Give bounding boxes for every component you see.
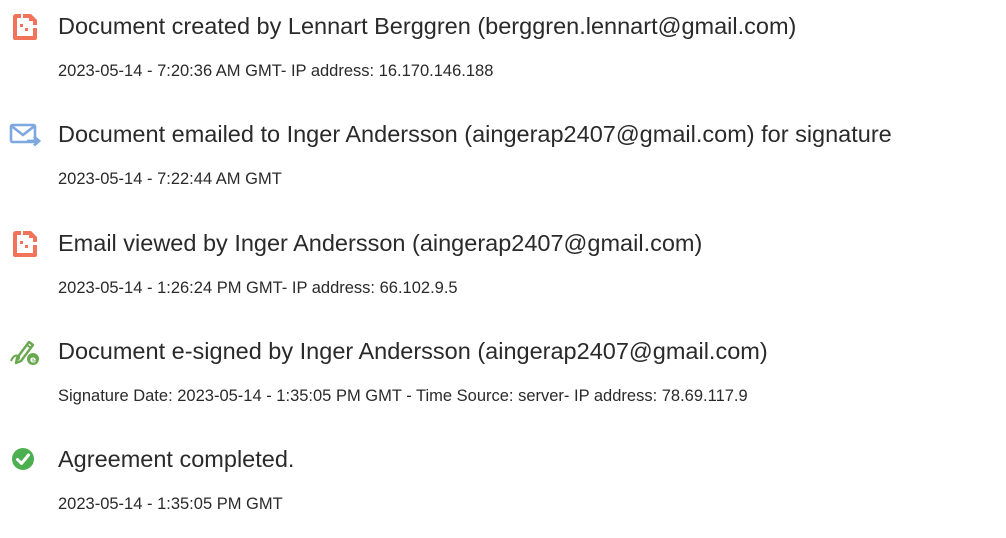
document-emailed-icon [8,119,42,149]
svg-text:e: e [30,356,36,366]
event-detail: 2023-05-14 - 1:26:24 PM GMT- IP address:… [58,279,458,297]
agreement-completed-icon [8,444,42,474]
event-detail: 2023-05-14 - 7:22:44 AM GMT [58,170,282,188]
event-detail: 2023-05-14 - 7:20:36 AM GMT- IP address:… [58,62,494,80]
event-title: Document e-signed by Inger Andersson (ai… [58,338,768,364]
document-created-icon [8,11,42,41]
event-title: Document created by Lennart Berggren (be… [58,13,797,39]
event-detail: Signature Date: 2023-05-14 - 1:35:05 PM … [58,387,748,405]
e-signed-icon: e [8,336,42,366]
event-detail: 2023-05-14 - 1:35:05 PM GMT [58,495,283,513]
event-title: Agreement completed. [58,446,295,472]
event-title: Document emailed to Inger Andersson (ain… [58,121,892,147]
event-title: Email viewed by Inger Andersson (aingera… [58,230,703,256]
email-viewed-icon [8,228,42,258]
